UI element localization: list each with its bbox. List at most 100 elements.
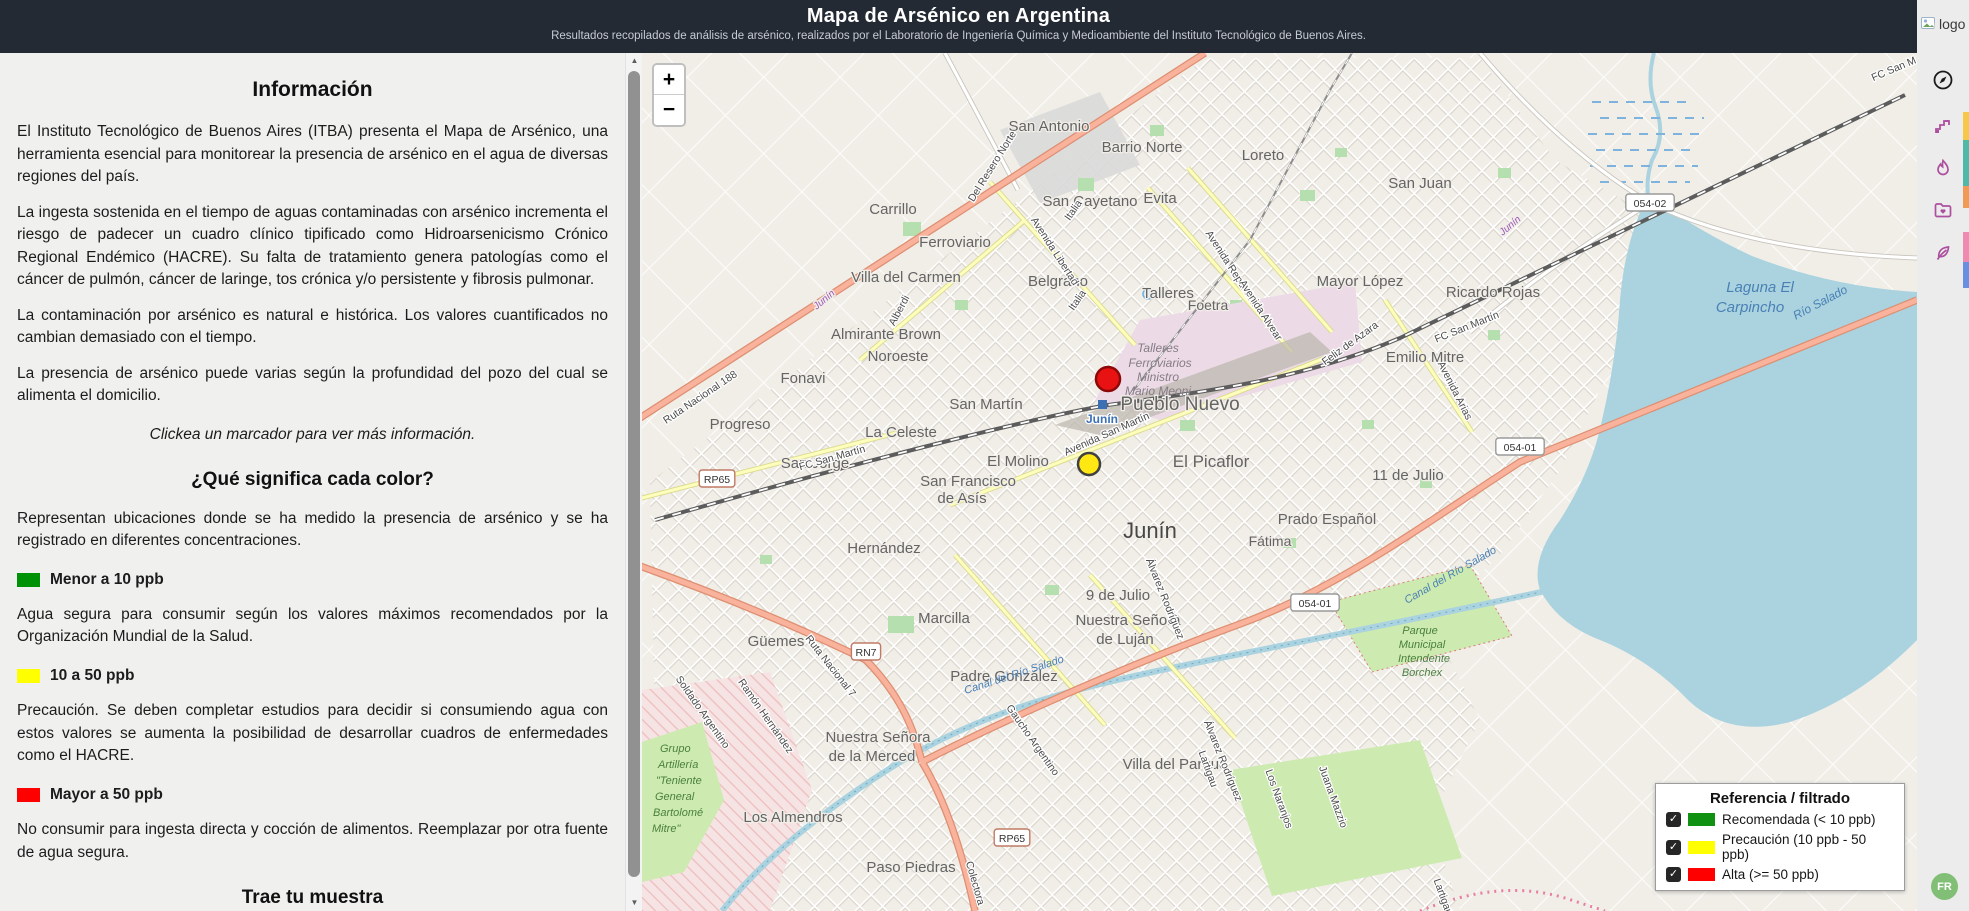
map-label: Municipal [1399, 639, 1446, 651]
red-swatch [17, 788, 40, 802]
map-canvas[interactable]: 054-02 054-01 054-01 RP65 RP65 RN7 San Antoni… [642, 53, 1917, 911]
steps-stats-icon[interactable] [1930, 114, 1956, 140]
level-yellow-label: 10 a 50 ppb [50, 665, 134, 687]
legend-row: ✓ Alta (>= 50 ppb) [1666, 867, 1894, 882]
map-label: San Juan [1388, 175, 1451, 192]
map-label: General [655, 791, 695, 803]
route-shield-label: 054-01 [1504, 442, 1537, 454]
map-label: Paso Piedras [866, 859, 955, 876]
map-label: Almirante Brown [831, 326, 941, 343]
map-label: Los Almendros [743, 809, 842, 826]
map-label: Talleres [1137, 341, 1179, 355]
map-label: San Francisco [920, 473, 1016, 490]
map-label: Foetra [1188, 297, 1229, 313]
map-label: Fátima [1249, 533, 1292, 549]
map-label: Bartolomé [653, 807, 703, 819]
route-shield-label: RP65 [704, 474, 730, 486]
map-label: Carrillo [869, 201, 917, 218]
map-label: Grupo [660, 743, 691, 755]
legend-swatch [1688, 841, 1715, 854]
map-label: Borchex [1402, 667, 1443, 679]
level-red: Mayor a 50 ppb [17, 784, 608, 806]
map-label: Emilio Mitre [1386, 349, 1464, 366]
workspace-color-strip [1963, 112, 1969, 288]
level-green-label: Menor a 10 ppb [50, 569, 164, 591]
station-label: Junín [1086, 412, 1118, 426]
route-shield-label: 054-01 [1299, 598, 1332, 610]
map-label: Evita [1143, 190, 1177, 207]
info-paragraph: El Instituto Tecnológico de Buenos Aires… [17, 121, 608, 188]
map-label: La Celeste [865, 424, 937, 441]
info-panel: Información El Instituto Tecnológico de … [0, 53, 625, 911]
zoom-in-button[interactable]: + [654, 65, 684, 95]
route-shield-label: RN7 [855, 647, 876, 659]
map-label: Mario Meoni [1125, 384, 1191, 398]
zoom-out-button[interactable]: − [654, 95, 684, 125]
legend-swatch [1688, 813, 1715, 826]
green-swatch [17, 573, 40, 587]
compass-icon[interactable] [1930, 67, 1956, 93]
broken-image-icon [1921, 17, 1938, 32]
scrollbar-thumb[interactable] [628, 71, 640, 877]
app-header: Mapa de Arsénico en Argentina Resultados… [0, 0, 1917, 53]
map-label: Fonavi [780, 370, 825, 387]
level-green-desc: Agua segura para consumir según los valo… [17, 604, 608, 649]
legend-label: Alta (>= 50 ppb) [1722, 867, 1819, 882]
map-label: Intendente [1398, 653, 1450, 665]
leaf-icon[interactable] [1930, 240, 1956, 266]
scroll-up-arrow[interactable]: ▲ [626, 53, 643, 69]
legend-label: Recomendada (< 10 ppb) [1722, 812, 1875, 827]
route-shield-label: RP65 [999, 833, 1025, 845]
legend-filter-box: Referencia / filtrado ✓Recomendada (< 10… [1655, 783, 1905, 891]
map-label: Hernández [847, 540, 920, 557]
map-label: 11 de Julio [1372, 467, 1443, 484]
info-paragraph: La presencia de arsénico puede varias se… [17, 363, 608, 408]
arsenic-marker[interactable] [1096, 367, 1120, 391]
level-yellow: 10 a 50 ppb [17, 665, 608, 687]
yellow-swatch [17, 669, 40, 683]
map-label: Progreso [710, 416, 771, 433]
map-label: de Asís [937, 490, 986, 507]
page-subtitle: Resultados recopilados de análisis de ar… [0, 30, 1917, 42]
map-label: Ferroviarios [1128, 356, 1191, 370]
map-label: San Cayetano [1042, 193, 1137, 210]
map-label: Ministro [1137, 370, 1179, 384]
map-label: Prado Español [1278, 511, 1376, 528]
info-paragraph: La contaminación por arsénico es natural… [17, 305, 608, 350]
scroll-down-arrow[interactable]: ▼ [626, 895, 643, 911]
legend-checkbox[interactable]: ✓ [1666, 812, 1681, 827]
map-label: Villa del Carmen [851, 269, 961, 286]
folder-heart-icon[interactable] [1930, 197, 1956, 223]
zoom-control: + − [652, 63, 686, 127]
info-heading: Información [17, 75, 608, 105]
map-label: de la Merced [829, 748, 916, 765]
broken-logo-image: logo [1921, 16, 1965, 32]
map-label: Ferroviario [919, 234, 991, 251]
map-label: "Teniente [656, 775, 702, 787]
extension-badge[interactable]: FR [1931, 873, 1958, 900]
map-label: Marcilla [918, 610, 970, 627]
map-label: Ricardo Rojas [1446, 284, 1540, 301]
arsenic-marker[interactable] [1078, 453, 1100, 475]
map-label: Barrio Norte [1102, 139, 1183, 156]
map-label: Mayor López [1317, 273, 1404, 290]
legend-checkbox[interactable]: ✓ [1666, 867, 1681, 882]
legend-checkbox[interactable]: ✓ [1666, 840, 1681, 855]
map-label: Noroeste [868, 348, 929, 365]
colors-heading: ¿Qué significa cada color? [17, 466, 608, 494]
map-label: Junín [1123, 518, 1177, 543]
map-label: Loreto [1242, 147, 1285, 164]
flame-icon[interactable] [1930, 155, 1956, 181]
map-label: de Luján [1096, 631, 1154, 648]
map-label: Artillería [657, 759, 698, 771]
legend-swatch [1688, 868, 1715, 881]
info-scrollbar[interactable]: ▲ ▼ [625, 53, 642, 911]
info-paragraph: La ingesta sostenida en el tiempo de agu… [17, 202, 608, 292]
legend-label: Precaución (10 ppb - 50 ppb) [1722, 832, 1894, 862]
map-label: Talleres [1142, 285, 1194, 302]
route-shield-label: 054-02 [1634, 198, 1667, 210]
map-label: Mitre" [652, 823, 681, 835]
map-label: San Martín [949, 396, 1022, 413]
map-label: San Antonio [1009, 118, 1090, 135]
map-label: El Picaflor [1173, 452, 1250, 471]
